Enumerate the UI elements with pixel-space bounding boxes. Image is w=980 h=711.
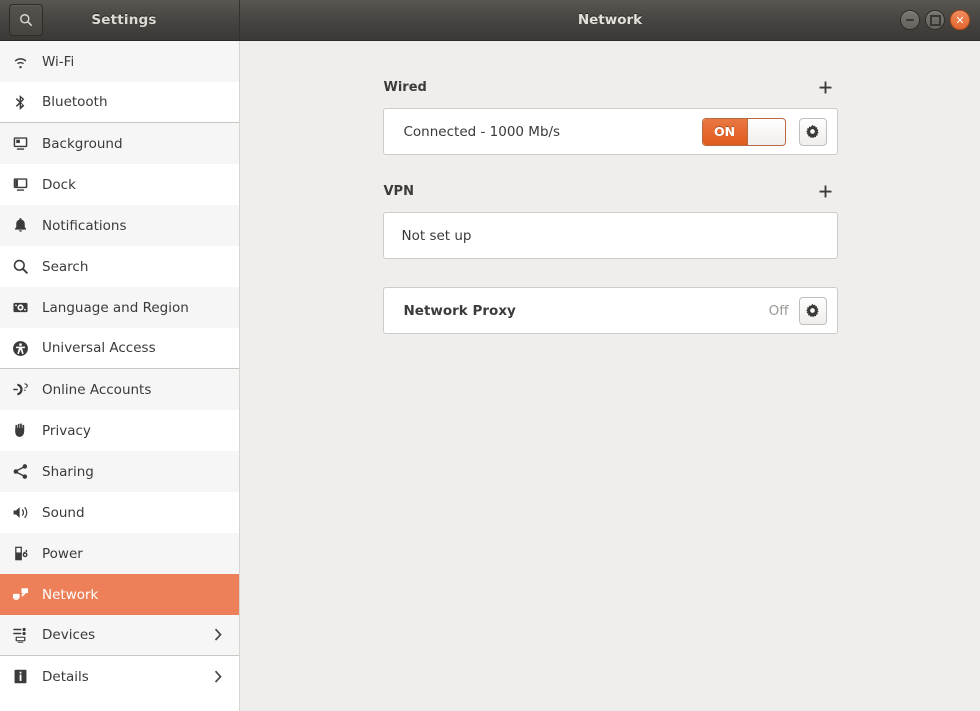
wifi-icon [12, 53, 38, 70]
sidebar-item-sound[interactable]: Sound [0, 492, 239, 533]
devices-icon [12, 627, 38, 644]
main-panel: Wired Connected - 1000 Mb/s ON VPN Not s… [240, 41, 980, 711]
sharing-icon [12, 463, 38, 480]
sidebar-item-label: Power [42, 545, 83, 562]
online-accounts-icon [12, 381, 38, 398]
chevron-right-icon [212, 670, 223, 684]
search-icon [12, 258, 38, 275]
sound-icon [12, 504, 38, 521]
sidebar-item-label: Background [42, 135, 123, 152]
sidebar-item-label: Search [42, 258, 89, 275]
wired-status-label: Connected - 1000 Mb/s [403, 123, 561, 140]
sidebar-item-label: Bluetooth [42, 94, 108, 110]
sidebar-item-devices[interactable]: Devices [0, 615, 239, 656]
sidebar-item-network[interactable]: Network [0, 574, 239, 615]
wired-section-header: Wired [383, 75, 838, 99]
sidebar-item-background[interactable]: Background [0, 123, 239, 164]
vpn-title: VPN [383, 183, 414, 199]
sidebar-item-search[interactable]: Search [0, 246, 239, 287]
sidebar-item-label: Devices [42, 627, 96, 643]
sidebar-item-label: Sharing [42, 463, 94, 480]
wired-title: Wired [383, 79, 427, 95]
vpn-status-row[interactable]: Not set up [382, 212, 838, 259]
wired-toggle-on-label: ON [702, 118, 747, 145]
window-controls: ✕ [900, 10, 970, 30]
dock-icon [12, 176, 38, 193]
language-region-icon [12, 299, 38, 316]
chevron-right-icon [212, 628, 223, 642]
title-bar: Settings Network ✕ [0, 0, 980, 41]
sidebar-item-label: Privacy [42, 422, 91, 439]
sidebar-item-language-and-region[interactable]: Language and Region [0, 287, 239, 328]
sidebar-item-notifications[interactable]: Notifications [0, 205, 239, 246]
network-proxy-row[interactable]: Network Proxy Off [382, 287, 838, 334]
sidebar-item-privacy[interactable]: Privacy [0, 410, 239, 451]
bell-icon [12, 217, 38, 234]
sidebar-item-label: Language and Region [42, 299, 189, 316]
add-wired-button[interactable] [816, 77, 836, 97]
power-icon [12, 545, 38, 562]
add-vpn-button[interactable] [816, 181, 836, 201]
sidebar-item-label: Dock [42, 176, 76, 193]
sidebar-item-universal-access[interactable]: Universal Access [0, 328, 239, 369]
sidebar-item-label: Network [42, 586, 99, 603]
settings-sidebar: Wi-Fi Bluetooth Background Dock Notification… [0, 41, 240, 711]
plus-icon [819, 81, 832, 93]
sidebar-item-online-accounts[interactable]: Online Accounts [0, 369, 239, 410]
sidebar-item-bluetooth[interactable]: Bluetooth [0, 82, 239, 123]
sidebar-item-label: Details [42, 668, 89, 685]
network-proxy-label: Network Proxy [403, 302, 516, 319]
wired-connection-row[interactable]: Connected - 1000 Mb/s ON [382, 108, 838, 155]
background-icon [12, 135, 38, 152]
sidebar-item-details[interactable]: Details [0, 656, 239, 697]
window-body: Wi-Fi Bluetooth Background Dock Notification… [0, 41, 980, 711]
sidebar-item-wi-fi[interactable]: Wi-Fi [0, 41, 239, 82]
universal-access-icon [12, 340, 38, 357]
sidebar-item-label: Online Accounts [42, 381, 152, 398]
close-button[interactable]: ✕ [950, 10, 970, 30]
wired-toggle-switch[interactable]: ON [701, 117, 786, 146]
gear-icon [806, 124, 819, 139]
maximize-icon [929, 14, 941, 26]
sidebar-item-label: Wi-Fi [42, 53, 75, 70]
maximize-button[interactable] [925, 10, 945, 30]
sidebar-item-sharing[interactable]: Sharing [0, 451, 239, 492]
close-icon: ✕ [955, 13, 965, 27]
plus-icon [819, 185, 832, 197]
network-panel: Wired Connected - 1000 Mb/s ON VPN Not s… [382, 41, 838, 334]
bluetooth-icon [12, 94, 38, 111]
sidebar-item-power[interactable]: Power [0, 533, 239, 574]
sidebar-item-dock[interactable]: Dock [0, 164, 239, 205]
search-icon [19, 13, 33, 27]
title-bar-main-section: Network ✕ [240, 0, 980, 40]
vpn-status-label: Not set up [401, 227, 472, 244]
wired-settings-button[interactable] [798, 117, 827, 146]
details-info-icon [12, 668, 38, 685]
network-proxy-value: Off [768, 302, 789, 319]
minimize-icon [906, 19, 914, 21]
vpn-section-header: VPN [383, 179, 838, 203]
sidebar-item-label: Sound [42, 504, 85, 521]
wired-toggle-knob [746, 118, 785, 145]
privacy-hand-icon [12, 422, 38, 439]
search-button[interactable] [9, 4, 43, 36]
gear-icon [806, 303, 819, 318]
network-icon [12, 586, 38, 603]
title-bar-sidebar-section: Settings [0, 0, 240, 40]
minimize-button[interactable] [900, 10, 920, 30]
settings-window: Settings Network ✕ Wi-Fi Bluetooth Backgro… [0, 0, 980, 711]
sidebar-item-label: Universal Access [42, 340, 156, 356]
sidebar-item-label: Notifications [42, 217, 127, 234]
app-title: Settings [91, 12, 157, 28]
page-title: Network [577, 12, 643, 28]
network-proxy-settings-button[interactable] [798, 296, 827, 325]
